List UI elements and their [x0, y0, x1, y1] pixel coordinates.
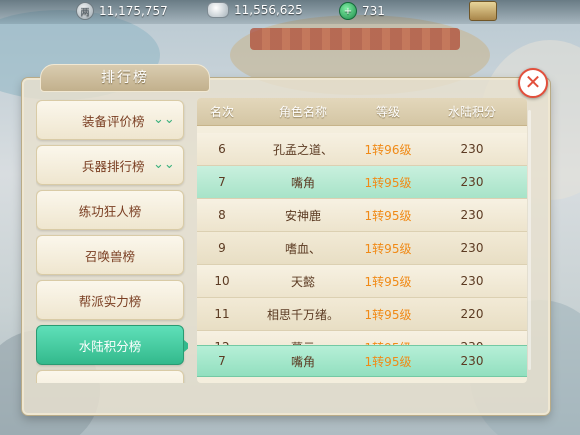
cell-name: 嘴角 [290, 175, 315, 190]
cell-rank: 9 [218, 241, 226, 255]
table-row[interactable]: 8 安神鹿 1转95级 230 [197, 199, 527, 232]
cell-rank: 8 [218, 208, 226, 222]
table-row[interactable]: 9 嗜血、 1转95级 230 [197, 232, 527, 265]
panel-title: 排行榜 [40, 64, 210, 92]
cell-points: 220 [460, 307, 484, 321]
cell-level: 1转95级 [364, 274, 412, 289]
currency-jade[interactable]: + 731 [339, 2, 385, 20]
ingot-amount: 11,556,625 [234, 3, 303, 17]
cell-level: 1转95级 [364, 175, 412, 190]
cell-points: 230 [460, 208, 484, 222]
cell-level: 1转95级 [364, 208, 412, 223]
my-rank-row: 7 嘴角 1转95级 230 [197, 345, 527, 377]
table-row[interactable]: 11 相思千万绪。 1转95级 220 [197, 298, 527, 331]
table-scrollbar[interactable] [528, 110, 531, 370]
category-partial-next[interactable] [36, 370, 184, 383]
chevron-down-icon: ⌄⌄ [153, 157, 175, 172]
cell-rank: 6 [218, 142, 226, 156]
header-level: 等级 [375, 105, 400, 119]
header-rank: 名次 [209, 105, 234, 119]
my-points: 230 [460, 354, 484, 368]
currency-bar: 两 11,175,757 11,556,625 + 731 [0, 0, 580, 24]
category-label: 练功狂人榜 [78, 203, 142, 219]
currency-ingot: 11,556,625 [207, 2, 303, 18]
header-points: 水陆积分 [447, 105, 496, 119]
jade-icon: + [339, 2, 357, 20]
table-body: 6 孔孟之道、 1转96级 230 7 嘴角 1转95级 230 8 安神鹿 1… [197, 133, 527, 364]
cell-name: 嗜血、 [284, 241, 321, 256]
ranking-table[interactable]: 名次 角色名称 等级 水陆积分 6 孔孟之道、 1转96级 230 7 嘴角 1… [197, 98, 527, 383]
category-shuilu-points-ranking[interactable]: 水陆积分榜 [36, 325, 188, 365]
cell-level: 1转96级 [364, 142, 412, 157]
cell-points: 230 [460, 241, 484, 255]
table-row-highlighted[interactable]: 7 嘴角 1转95级 230 [197, 166, 527, 199]
treasure-chest-icon[interactable] [469, 1, 497, 21]
category-label: 装备评价榜 [82, 113, 145, 129]
cell-points: 230 [460, 274, 484, 288]
category-guild-ranking[interactable]: 帮派实力榜 [36, 280, 184, 320]
silver-amount: 11,175,757 [99, 4, 168, 18]
cell-rank: 11 [214, 307, 230, 321]
cell-rank: 10 [214, 274, 230, 288]
cell-level: 1转95级 [364, 241, 412, 256]
cell-name: 安神鹿 [284, 208, 321, 223]
ranking-category-list: 装备评价榜 ⌄⌄ 兵器排行榜 ⌄⌄ 练功狂人榜 召唤兽榜 帮派实力榜 水陆积分榜 [36, 98, 188, 383]
my-rank: 7 [218, 354, 226, 368]
cell-level: 1转95级 [364, 307, 412, 322]
chevron-down-icon: ⌄⌄ [153, 112, 175, 127]
silver-ingot-icon [207, 2, 229, 18]
category-training-ranking[interactable]: 练功狂人榜 [36, 190, 184, 230]
jade-amount: 731 [362, 4, 385, 18]
category-weapon-ranking[interactable]: 兵器排行榜 ⌄⌄ [36, 145, 184, 185]
category-label: 帮派实力榜 [78, 293, 142, 309]
silver-coin-icon: 两 [76, 2, 94, 20]
category-label: 兵器排行榜 [82, 158, 145, 174]
my-level: 1转95级 [364, 354, 412, 369]
cell-rank: 7 [218, 175, 226, 189]
cell-name: 相思千万绪。 [266, 307, 339, 322]
table-row[interactable]: 10 天懿 1转95级 230 [197, 265, 527, 298]
category-label: 水陆积分榜 [78, 338, 142, 354]
header-name: 角色名称 [278, 105, 327, 119]
currency-silver: 两 11,175,757 [76, 2, 168, 20]
table-row[interactable]: 6 孔孟之道、 1转96级 230 [197, 133, 527, 166]
my-name: 嘴角 [290, 354, 315, 369]
cell-points: 230 [460, 142, 484, 156]
category-equipment-rating[interactable]: 装备评价榜 ⌄⌄ [36, 100, 184, 140]
close-button[interactable]: ✕ [518, 68, 548, 98]
cell-points: 230 [460, 175, 484, 189]
cell-name: 天懿 [290, 274, 315, 289]
cell-name: 孔孟之道、 [272, 142, 333, 157]
table-header: 名次 角色名称 等级 水陆积分 [197, 98, 527, 126]
category-summon-ranking[interactable]: 召唤兽榜 [36, 235, 184, 275]
category-label: 召唤兽榜 [84, 248, 135, 264]
